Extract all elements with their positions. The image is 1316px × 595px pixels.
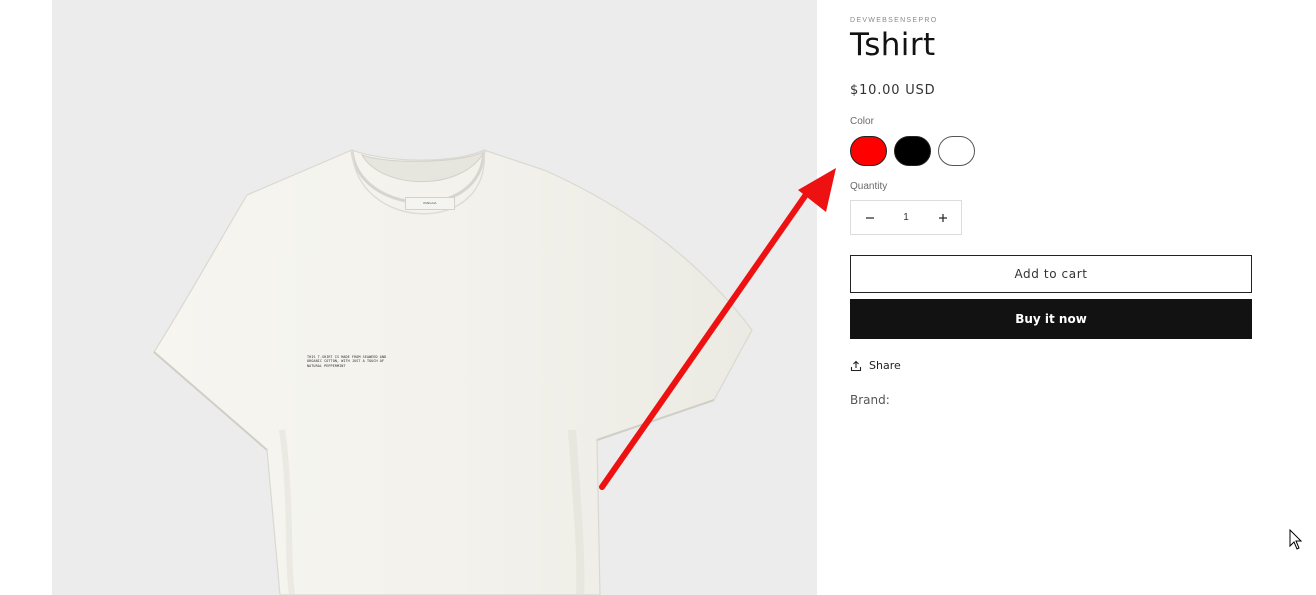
mouse-cursor-icon bbox=[1289, 529, 1303, 550]
share-button[interactable]: Share bbox=[850, 359, 901, 372]
quantity-decrease-button[interactable] bbox=[851, 201, 888, 234]
quantity-label: Quantity bbox=[850, 181, 888, 192]
product-vendor: DEVWEBSENSEPRO bbox=[850, 17, 938, 24]
color-swatch-white[interactable] bbox=[938, 136, 975, 166]
color-label: Color bbox=[850, 116, 874, 127]
product-title: Tshirt bbox=[850, 27, 936, 63]
color-swatch-black[interactable] bbox=[894, 136, 931, 166]
product-image-gallery[interactable]: PANGAIA THIS T-SHIRT IS MADE FROM SEAWEE… bbox=[52, 0, 817, 595]
share-label: Share bbox=[869, 359, 901, 372]
share-icon bbox=[850, 360, 862, 371]
buy-now-button[interactable]: Buy it now bbox=[850, 299, 1252, 339]
quantity-increase-button[interactable] bbox=[924, 201, 961, 234]
product-price: $10.00 USD bbox=[850, 83, 936, 98]
tshirt-neck-label: PANGAIA bbox=[405, 197, 455, 210]
plus-icon bbox=[938, 213, 947, 222]
color-swatch-red[interactable] bbox=[850, 136, 887, 166]
brand-label: Brand: bbox=[850, 393, 890, 407]
minus-icon bbox=[865, 216, 874, 219]
tshirt-image bbox=[153, 149, 753, 595]
quantity-input[interactable]: 1 bbox=[888, 212, 924, 223]
color-swatches bbox=[850, 136, 975, 166]
quantity-stepper: 1 bbox=[850, 200, 962, 235]
add-to-cart-button[interactable]: Add to cart bbox=[850, 255, 1252, 293]
tshirt-chest-print: THIS T-SHIRT IS MADE FROM SEAWEED AND OR… bbox=[307, 355, 387, 368]
